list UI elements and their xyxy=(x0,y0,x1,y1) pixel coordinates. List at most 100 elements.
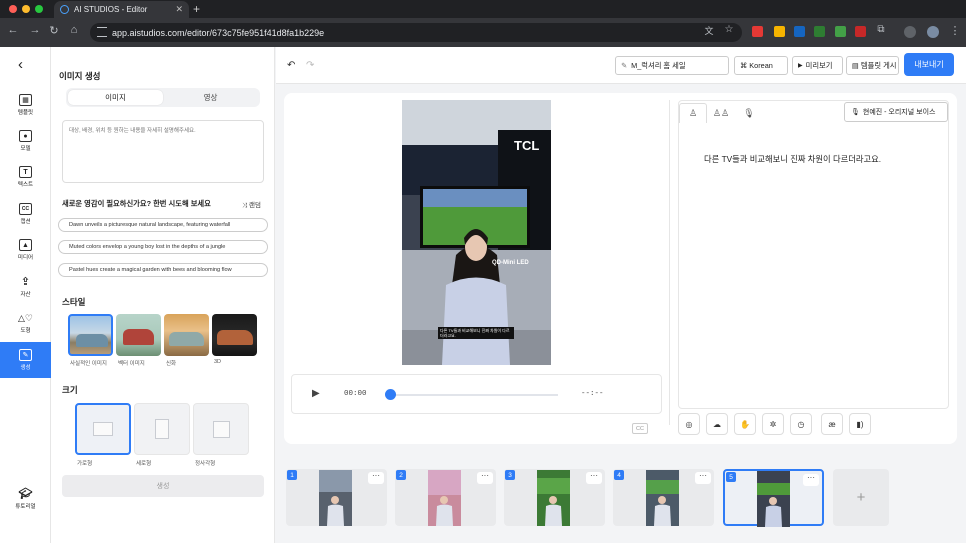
tab-single-speaker[interactable]: ♙ xyxy=(679,103,707,123)
extension-icon[interactable] xyxy=(774,26,785,37)
presenter-thumbnail xyxy=(428,470,461,526)
generate-button[interactable]: 생성 xyxy=(62,475,264,497)
suggestion-chip[interactable]: Dawn unveils a picturesque natural lands… xyxy=(58,218,268,232)
profile-avatar-icon[interactable] xyxy=(904,26,916,38)
translate-icon[interactable]: 文 xyxy=(702,24,716,37)
extension-icon[interactable] xyxy=(794,26,805,37)
style-3d[interactable] xyxy=(212,314,257,356)
suggestion-chip[interactable]: Muted colors envelop a young boy lost in… xyxy=(58,240,268,254)
extension-icon[interactable] xyxy=(814,26,825,37)
scene-card[interactable]: 4 ··· xyxy=(613,469,714,526)
sidebar-item-tutorial[interactable]: 🎓︎ 튜토리얼 xyxy=(0,481,51,517)
sidebar-item-label: 텍스트 xyxy=(17,182,34,188)
tab-image[interactable]: 이미지 xyxy=(68,90,163,105)
size-portrait[interactable] xyxy=(134,403,190,455)
sidebar-item-template[interactable]: ▦ 템플릿 xyxy=(0,87,51,123)
minimize-window-button[interactable] xyxy=(22,5,30,13)
back-icon[interactable]: ← xyxy=(6,24,20,36)
emotion-icon[interactable]: ☁ xyxy=(706,413,728,435)
maximize-window-button[interactable] xyxy=(35,5,43,13)
reload-icon[interactable]: ↻ xyxy=(47,24,61,37)
text-icon: T xyxy=(19,166,32,178)
sidebar-item-label: 도형 xyxy=(20,328,31,334)
style-realistic[interactable] xyxy=(68,314,113,356)
divider xyxy=(669,100,670,425)
voice-select[interactable]: 🎙︎ 현예진 - 오리지널 보이스 xyxy=(844,102,948,122)
progress-handle[interactable] xyxy=(385,389,396,400)
style-label: 벡터 이미지 xyxy=(118,361,145,367)
address-bar[interactable]: app.aistudios.com/editor/673c75fe951f41d… xyxy=(90,23,742,42)
sidebar-item-label: 생성 xyxy=(20,365,31,371)
presenter-thumbnail xyxy=(757,483,790,527)
home-icon[interactable]: ⌂ xyxy=(67,24,81,36)
sidebar-item-caption[interactable]: CC 캡션 xyxy=(0,196,51,232)
close-tab-icon[interactable]: ✕ xyxy=(175,4,183,15)
scene-card-selected[interactable]: 5 ··· xyxy=(723,469,824,527)
play-icon: ▶ xyxy=(798,63,803,69)
tab-voice-record[interactable]: 🎙︎ xyxy=(735,103,763,123)
project-name-field[interactable]: ✎ M_럭셔리 홈 세일 xyxy=(615,56,729,75)
pause-timer-icon[interactable]: ◷ xyxy=(790,413,812,435)
forward-icon[interactable]: → xyxy=(28,24,42,36)
progress-track[interactable] xyxy=(390,394,558,396)
back-arrow-icon[interactable]: ‹ xyxy=(18,56,23,73)
more-icon[interactable]: ··· xyxy=(477,472,493,484)
scene-card[interactable]: 2 ··· xyxy=(395,469,496,526)
close-window-button[interactable] xyxy=(9,5,17,13)
people-icon: ♙♙ xyxy=(712,107,730,118)
site-info-icon[interactable] xyxy=(97,27,107,37)
style-myth[interactable] xyxy=(164,314,209,356)
scene-number: 4 xyxy=(614,470,624,480)
sidebar-item-label: 모델 xyxy=(20,146,31,152)
hand-gesture-icon[interactable]: ✋ xyxy=(734,413,756,435)
sidebar-item-shapes[interactable]: △♡ 도형 xyxy=(0,305,51,341)
sidebar-item-generate[interactable]: ✎ 생성 xyxy=(0,342,51,378)
new-tab-button[interactable]: + xyxy=(193,2,200,16)
bookmark-star-icon[interactable]: ☆ xyxy=(722,24,736,35)
size-square[interactable] xyxy=(193,403,249,455)
browser-menu-icon[interactable]: ⋮ xyxy=(948,24,962,37)
tab-multi-speaker[interactable]: ♙♙ xyxy=(707,103,735,123)
sidebar-item-media[interactable]: ▲ 미디어 xyxy=(0,232,51,268)
browser-tab[interactable]: AI STUDIOS - Editor ✕ xyxy=(54,1,189,18)
play-button[interactable]: ▶ xyxy=(312,388,320,399)
account-avatar-icon[interactable] xyxy=(927,26,939,38)
sidebar-item-model[interactable]: ● 모델 xyxy=(0,123,51,159)
generate-icon: ✎ xyxy=(19,349,32,361)
video-canvas[interactable]: TCL QD-Mini LED 다른 TV들과 비교해보니 진짜 차원이 다르더… xyxy=(402,100,551,365)
redo-icon[interactable]: ↷ xyxy=(306,60,314,71)
script-text[interactable]: 다른 TV들과 비교해보니 진짜 차원이 다르더라고요. xyxy=(704,153,881,165)
add-scene-button[interactable]: + xyxy=(833,469,889,526)
tab-video[interactable]: 영상 xyxy=(163,90,258,105)
project-name: M_럭셔리 홈 세일 xyxy=(631,60,686,70)
effect-icon[interactable]: ✲ xyxy=(762,413,784,435)
sidebar-item-assets[interactable]: ⇪ 자산 xyxy=(0,269,51,305)
more-icon[interactable]: ··· xyxy=(586,472,602,484)
template-post-button[interactable]: ▤ 템플릿 게시 xyxy=(846,56,899,75)
sidebar-item-text[interactable]: T 텍스트 xyxy=(0,159,51,195)
export-button[interactable]: 내보내기 xyxy=(904,53,954,76)
language-select[interactable]: ⌘ Korean xyxy=(734,56,788,75)
scene-card[interactable]: 3 ··· xyxy=(504,469,605,526)
more-icon[interactable]: ··· xyxy=(368,472,384,484)
shuffle-button[interactable]: ⤨ 랜덤 xyxy=(242,199,261,210)
more-icon[interactable]: ··· xyxy=(695,472,711,484)
style-vector[interactable] xyxy=(116,314,161,356)
subtitle-caption[interactable]: 다른 TV들과 비교해보니 진짜 차원이 다르더라고요. xyxy=(438,327,514,339)
scene-number: 1 xyxy=(287,470,297,480)
more-icon[interactable]: ··· xyxy=(803,474,819,486)
extension-icon[interactable] xyxy=(855,26,866,37)
prompt-input[interactable] xyxy=(62,120,264,183)
extension-icon[interactable] xyxy=(752,26,763,37)
preview-button[interactable]: ▶ 미리보기 xyxy=(792,56,843,75)
sound-icon[interactable]: ▮) xyxy=(849,413,871,435)
suggestion-chip[interactable]: Pastel hues create a magical garden with… xyxy=(58,263,268,277)
size-landscape[interactable] xyxy=(75,403,131,455)
scene-card[interactable]: 1 ··· xyxy=(286,469,387,526)
gesture-icon[interactable]: ◎ xyxy=(678,413,700,435)
extensions-puzzle-icon[interactable]: ⧉ xyxy=(874,24,888,35)
extension-icon[interactable] xyxy=(835,26,846,37)
caption-toggle-button[interactable]: CC xyxy=(632,423,648,434)
undo-icon[interactable]: ↶ xyxy=(287,60,295,71)
pronunciation-icon[interactable]: æ xyxy=(821,413,843,435)
